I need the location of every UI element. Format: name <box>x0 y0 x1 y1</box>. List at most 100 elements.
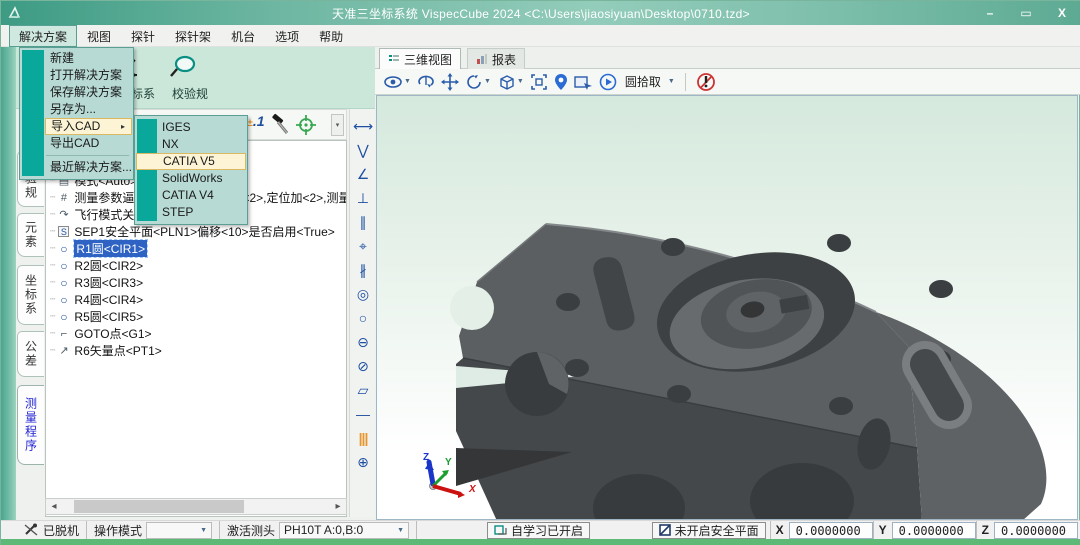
restore-button[interactable]: ▭ <box>1015 6 1037 20</box>
x-axis-label: X <box>468 484 477 495</box>
x-coordinate-value: 0.0000000 <box>789 522 873 539</box>
menu-view[interactable]: 视图 <box>77 25 121 47</box>
fly-mode-icon: ↷ <box>56 208 71 221</box>
circularity-icon[interactable]: ○ <box>350 307 376 329</box>
z-coordinate-value: 0.0000000 <box>994 522 1078 539</box>
scrollbar-thumb[interactable] <box>74 500 244 513</box>
title-bar: 天准三坐标系统 VispecCube 2024 <C:\Users\jiaosi… <box>1 1 1080 25</box>
minimize-button[interactable]: – <box>979 6 1001 20</box>
submenu-item-step[interactable]: STEP <box>135 204 247 221</box>
runout-icon[interactable]: ⊘ <box>350 355 376 377</box>
menu-options[interactable]: 选项 <box>265 25 309 47</box>
chevron-down-icon: ▼ <box>200 527 207 534</box>
tree-item-circle-r1[interactable]: ┄○R1圆<CIR1> <box>50 240 347 257</box>
tab-elements[interactable]: 元素 <box>17 213 44 257</box>
menu-item-open-solution[interactable]: 打开解决方案 <box>20 67 133 84</box>
probe-target-icon[interactable] <box>294 113 318 137</box>
report-tab-icon <box>476 53 488 65</box>
tree-horizontal-scrollbar[interactable]: ◂ ▸ <box>45 498 347 515</box>
params-icon: # <box>56 192 71 204</box>
tab-3d-view[interactable]: 三维视图 <box>379 48 461 69</box>
flatness-icon[interactable]: ▱ <box>350 379 376 401</box>
menu-item-save-solution[interactable]: 保存解决方案 <box>20 84 133 101</box>
tree-item-safety-plane[interactable]: ┄SSEP1安全平面<PLN1>偏移<10>是否启用<True> <box>50 223 347 240</box>
scroll-left-arrow-icon[interactable]: ◂ <box>46 499 62 514</box>
offline-status: 已脱机 <box>16 521 87 540</box>
close-button[interactable]: X <box>1051 6 1073 20</box>
fit-selection-icon <box>530 73 548 91</box>
menu-item-import-cad[interactable]: 导入CAD ▸ <box>45 118 132 135</box>
view-cube-button[interactable]: ▼ <box>497 73 524 91</box>
menu-bar: 解决方案 视图 探针 探针架 机台 选项 帮助 <box>1 25 1080 47</box>
tree-item-goto-point[interactable]: ┄⌐GOTO点<G1> <box>50 325 347 342</box>
gauge-check-button[interactable]: 校验规 <box>166 53 214 102</box>
menu-item-recent-solutions[interactable]: 最近解决方案... <box>20 159 133 176</box>
3d-viewport[interactable]: Z Y X <box>376 95 1078 520</box>
locate-button[interactable] <box>554 73 568 91</box>
operation-mode-select[interactable]: ▼ <box>146 522 212 539</box>
application-window: 天准三坐标系统 VispecCube 2024 <C:\Users\jiaosi… <box>0 0 1080 545</box>
self-learn-toggle[interactable]: 自学习已开启 <box>487 522 590 539</box>
circle-icon: ○ <box>56 310 71 324</box>
menu-solution[interactable]: 解决方案 <box>9 25 77 47</box>
circle-icon: ○ <box>56 259 71 273</box>
perpendicularity-icon[interactable]: ⊥ <box>350 187 376 209</box>
collision-warning-button[interactable] <box>696 72 716 92</box>
3d-view-tab-icon <box>388 53 400 65</box>
safety-plane-toggle[interactable]: 未开启安全平面 <box>652 522 766 539</box>
pan-button[interactable] <box>441 73 459 91</box>
submenu-item-catia-v5[interactable]: CATIA V5 <box>136 153 246 170</box>
active-probe-select[interactable]: PH10T A:0,B:0▼ <box>279 522 409 539</box>
zoom-fit-button[interactable] <box>530 73 548 91</box>
parallelism-icon[interactable]: ∥ <box>350 211 376 233</box>
tab-measure-program[interactable]: 测量程序 <box>17 385 44 465</box>
menu-machine[interactable]: 机台 <box>221 25 265 47</box>
submenu-item-solidworks[interactable]: SolidWorks <box>135 170 247 187</box>
menu-item-new[interactable]: 新建 <box>20 50 133 67</box>
angle-icon[interactable]: ∠ <box>350 163 376 185</box>
line-profile-icon[interactable]: ||| <box>350 427 376 449</box>
view-visibility-button[interactable]: ▼ <box>383 74 411 90</box>
min-distance-icon[interactable]: ⋁ <box>350 139 376 161</box>
window-select-button[interactable] <box>574 74 593 90</box>
submenu-arrow-icon: ▸ <box>121 119 125 134</box>
submenu-item-catia-v4[interactable]: CATIA V4 <box>135 187 247 204</box>
tree-item-vector-point[interactable]: ┄↗R6矢量点<PT1> <box>50 342 347 359</box>
tab-tolerance[interactable]: 公差 <box>17 331 44 377</box>
straightness-icon[interactable]: ― <box>350 403 376 425</box>
hammer-icon[interactable] <box>268 113 292 137</box>
angularity-icon[interactable]: ∦ <box>350 259 376 281</box>
y-axis-label: Y <box>445 457 452 468</box>
rotate-icon <box>465 73 483 91</box>
toolbar-overflow-dropdown[interactable]: ▾ <box>331 114 344 136</box>
rotate-view-button[interactable]: ▼ <box>465 73 491 91</box>
y-coordinate-value: 0.0000000 <box>892 522 976 539</box>
menu-probe[interactable]: 探针 <box>121 25 165 47</box>
symmetry-icon[interactable]: ⊖ <box>350 331 376 353</box>
menu-help[interactable]: 帮助 <box>309 25 353 47</box>
menu-item-export-cad[interactable]: 导出CAD <box>20 135 133 152</box>
tab-report[interactable]: 报表 <box>467 48 525 69</box>
submenu-item-nx[interactable]: NX <box>135 136 247 153</box>
tree-item-circle-r3[interactable]: ┄○R3圆<CIR3> <box>50 274 347 291</box>
distance-icon[interactable]: ⟷ <box>350 115 376 137</box>
orbit-button[interactable] <box>417 73 435 91</box>
menu-item-save-as[interactable]: 另存为... <box>20 101 133 118</box>
submenu-item-iges[interactable]: IGES <box>135 119 247 136</box>
tree-item-circle-r4[interactable]: ┄○R4圆<CIR4> <box>50 291 347 308</box>
total-runout-icon[interactable]: ⊕ <box>350 451 376 473</box>
chevron-down-icon: ▼ <box>404 78 411 85</box>
active-probe-label: 激活测头 <box>227 522 275 539</box>
collision-icon <box>696 72 716 92</box>
run-button[interactable] <box>599 73 617 91</box>
menu-probe-rack[interactable]: 探针架 <box>165 25 221 47</box>
x-coordinate-label: X <box>770 521 789 540</box>
concentricity-icon[interactable]: ◎ <box>350 283 376 305</box>
position-icon[interactable]: ⌖ <box>350 235 376 257</box>
tab-coordinate-system[interactable]: 坐标系 <box>17 265 44 325</box>
tree-item-circle-r5[interactable]: ┄○R5圆<CIR5> <box>50 308 347 325</box>
scroll-right-arrow-icon[interactable]: ▸ <box>330 499 346 514</box>
chevron-down-icon: ▼ <box>668 78 675 85</box>
tree-item-circle-r2[interactable]: ┄○R2圆<CIR2> <box>50 257 347 274</box>
circle-pick-dropdown[interactable]: 圆拾取 ▼ <box>623 73 675 90</box>
